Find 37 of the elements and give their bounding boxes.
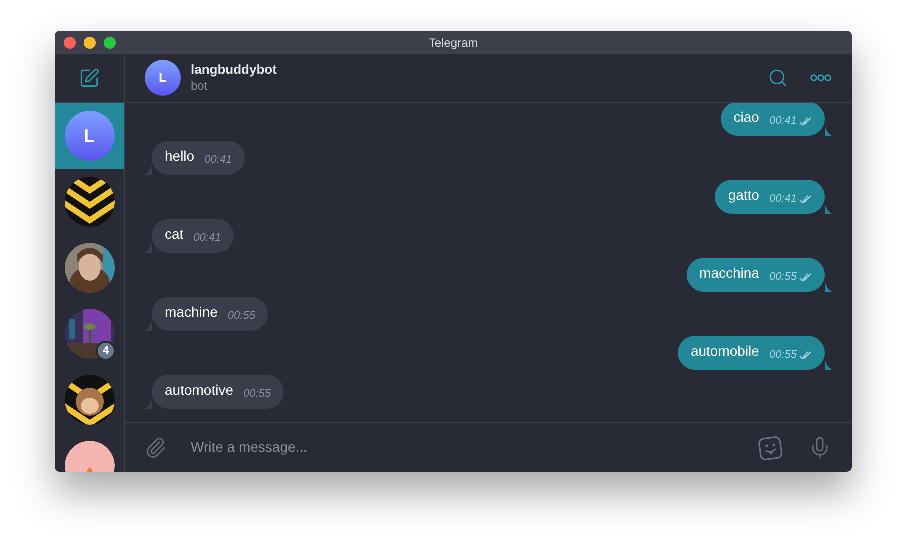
message-time: 00:41 — [769, 114, 797, 129]
message-time: 00:41 — [769, 192, 797, 207]
avatar: L — [145, 60, 181, 96]
message-time: 00:41 — [204, 152, 232, 168]
window-title: Telegram — [428, 34, 478, 52]
message-time: 00:41 — [194, 230, 222, 246]
avatar: L — [64, 111, 114, 161]
message-text: gatto — [728, 186, 760, 205]
chat-name: langbuddybot — [191, 62, 277, 78]
bubble-tail — [825, 282, 832, 292]
search-icon[interactable] — [768, 68, 788, 88]
chat-item[interactable]: L — [55, 103, 124, 169]
message-text: automobile — [690, 342, 760, 360]
sticker-icon[interactable] — [758, 434, 784, 460]
bubble-tail — [825, 204, 832, 214]
message-text: automotive — [165, 380, 234, 400]
more-icon[interactable] — [810, 74, 832, 82]
message-time: 00:55 — [769, 348, 797, 363]
chat-item[interactable]: 4 — [55, 301, 124, 367]
bubble-tail — [825, 126, 832, 136]
bubble-tail — [825, 360, 832, 370]
attach-icon[interactable] — [145, 436, 167, 458]
message-text: macchina — [700, 264, 760, 282]
message-time: 00:55 — [228, 308, 256, 324]
message-time: 00:55 — [769, 270, 797, 285]
message-text: machine — [165, 302, 218, 322]
minimize-button[interactable] — [84, 37, 96, 49]
compose-icon[interactable] — [79, 68, 100, 88]
message-time: 00:55 — [243, 386, 272, 402]
unread-badge: 4 — [96, 341, 116, 361]
chat-status: bot — [191, 78, 209, 94]
message-text: ciao — [734, 108, 760, 126]
close-button[interactable] — [64, 37, 76, 49]
message-text: hello — [165, 146, 195, 166]
message-input[interactable]: Write a message... — [191, 437, 758, 458]
message-text: cat — [165, 224, 184, 244]
zoom-button[interactable] — [104, 37, 116, 49]
